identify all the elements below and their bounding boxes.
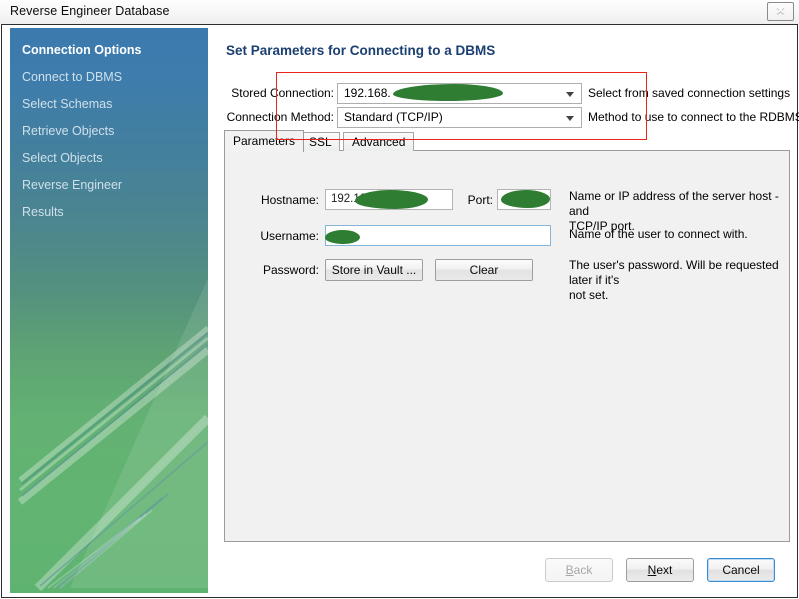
- port-label: Port:: [467, 193, 493, 207]
- back-button[interactable]: Back: [545, 558, 613, 582]
- sidebar-item-label: Results: [22, 205, 64, 219]
- redaction-mark-stored-connection: [393, 84, 503, 101]
- sidebar-item-label: Select Schemas: [22, 97, 113, 111]
- password-description: The user's password. Will be requested l…: [569, 258, 779, 302]
- sidebar-item-connection-options[interactable]: Connection Options: [10, 37, 208, 64]
- tab-strip: Parameters SSL Advanced: [224, 130, 790, 152]
- sidebar-item-retrieve-objects[interactable]: Retrieve Objects: [10, 118, 208, 145]
- next-button[interactable]: Next: [626, 558, 694, 582]
- redaction-mark-hostname: [355, 190, 428, 209]
- next-label-rest: ext: [656, 563, 673, 577]
- tab-advanced[interactable]: Advanced: [343, 132, 415, 151]
- sidebar-item-select-schemas[interactable]: Select Schemas: [10, 91, 208, 118]
- redaction-mark-username: [325, 230, 360, 244]
- close-icon: ✕: [775, 5, 786, 17]
- cancel-label: Cancel: [722, 563, 760, 577]
- store-in-vault-label: Store in Vault ...: [331, 263, 417, 277]
- parameters-tab-panel: Hostname: 192.168 Port: Name or IP addre…: [224, 150, 790, 542]
- username-label: Username:: [260, 229, 319, 243]
- sidebar-item-list: Connection Options Connect to DBMS Selec…: [10, 28, 208, 226]
- close-button[interactable]: ✕: [767, 2, 794, 21]
- stored-connection-hint: Select from saved connection settings: [588, 86, 791, 100]
- username-description: Name of the user to connect with.: [569, 227, 748, 241]
- tab-label: Advanced: [352, 135, 406, 149]
- dialog-client-area: Connection Options Connect to DBMS Selec…: [1, 24, 799, 598]
- chevron-down-icon: [566, 92, 574, 97]
- sidebar-item-results[interactable]: Results: [10, 199, 208, 226]
- tab-label: Parameters: [233, 134, 296, 148]
- sidebar-item-label: Select Objects: [22, 151, 103, 165]
- page-title: Set Parameters for Connecting to a DBMS: [226, 43, 496, 58]
- clear-label: Clear: [469, 263, 499, 277]
- connection-method-combobox[interactable]: Standard (TCP/IP): [337, 107, 582, 128]
- stored-connection-label: Stored Connection:: [231, 86, 334, 100]
- sidebar-item-label: Reverse Engineer: [22, 178, 123, 192]
- connection-method-label: Connection Method:: [226, 110, 334, 124]
- tab-ssl[interactable]: SSL: [300, 132, 340, 151]
- wizard-step-sidebar: Connection Options Connect to DBMS Selec…: [10, 28, 208, 593]
- clear-password-button[interactable]: Clear: [435, 259, 533, 281]
- window-title: Reverse Engineer Database: [10, 4, 170, 18]
- tab-parameters[interactable]: Parameters: [224, 130, 305, 152]
- back-label-rest: ack: [573, 563, 593, 577]
- tab-label: SSL: [309, 135, 332, 149]
- main-content: Set Parameters for Connecting to a DBMS …: [215, 28, 799, 593]
- connection-method-hint: Method to use to connect to the RDBMS: [588, 110, 799, 124]
- stored-connection-value: 192.168.: [344, 86, 391, 100]
- hostname-label: Hostname:: [260, 193, 319, 207]
- connection-method-value: Standard (TCP/IP): [344, 110, 443, 124]
- cancel-button[interactable]: Cancel: [707, 558, 775, 582]
- password-label: Password:: [262, 263, 319, 277]
- chevron-down-icon: [566, 116, 574, 121]
- sidebar-item-label: Connection Options: [22, 43, 142, 57]
- back-mnemonic: B: [565, 563, 574, 577]
- redaction-mark-port: [501, 190, 550, 208]
- sidebar-item-reverse-engineer[interactable]: Reverse Engineer: [10, 172, 208, 199]
- store-in-vault-button[interactable]: Store in Vault ...: [325, 259, 423, 281]
- sidebar-item-select-objects[interactable]: Select Objects: [10, 145, 208, 172]
- sidebar-item-label: Connect to DBMS: [22, 70, 123, 84]
- sidebar-item-connect-to-dbms[interactable]: Connect to DBMS: [10, 64, 208, 91]
- sidebar-item-label: Retrieve Objects: [22, 124, 115, 138]
- reverse-engineer-dialog: Reverse Engineer Database ✕ Connection O…: [0, 0, 799, 599]
- title-bar: Reverse Engineer Database ✕: [0, 0, 799, 24]
